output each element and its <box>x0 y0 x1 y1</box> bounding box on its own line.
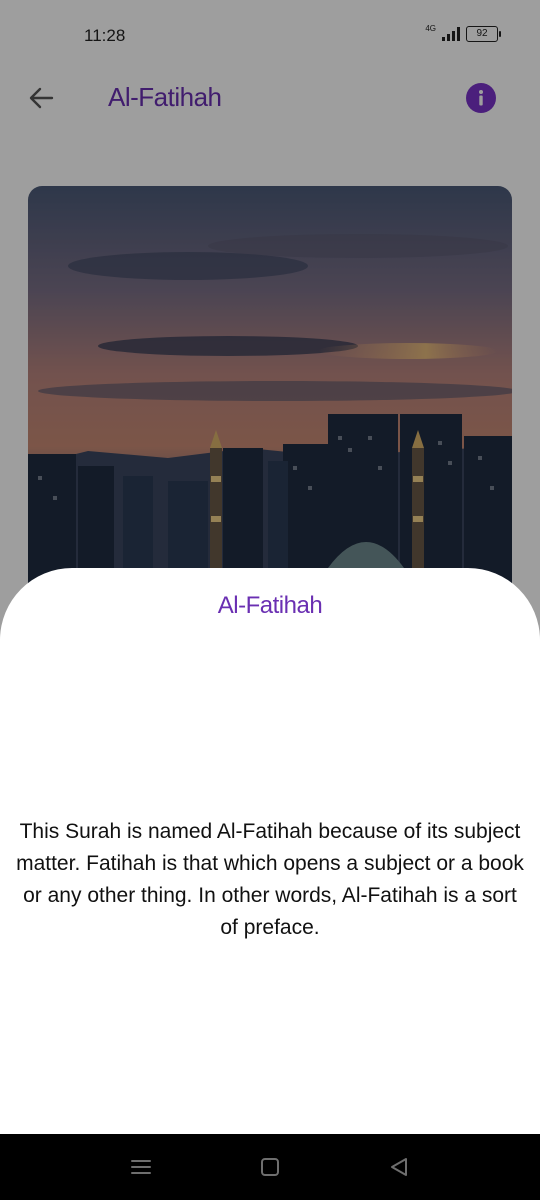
triangle-back-icon <box>391 1158 407 1176</box>
sheet-title: Al-Fatihah <box>217 592 323 619</box>
menu-lines-icon <box>131 1160 151 1174</box>
sheet-description: This Surah is named Al-Fatihah because o… <box>16 820 524 939</box>
square-icon <box>261 1158 279 1176</box>
bottom-sheet: Al-Fatihah This Surah is named Al-Fatiha… <box>0 568 540 1134</box>
nav-back-button[interactable] <box>384 1152 414 1182</box>
system-nav-bar <box>0 1134 540 1200</box>
home-button[interactable] <box>255 1152 285 1182</box>
recents-button[interactable] <box>126 1152 156 1182</box>
